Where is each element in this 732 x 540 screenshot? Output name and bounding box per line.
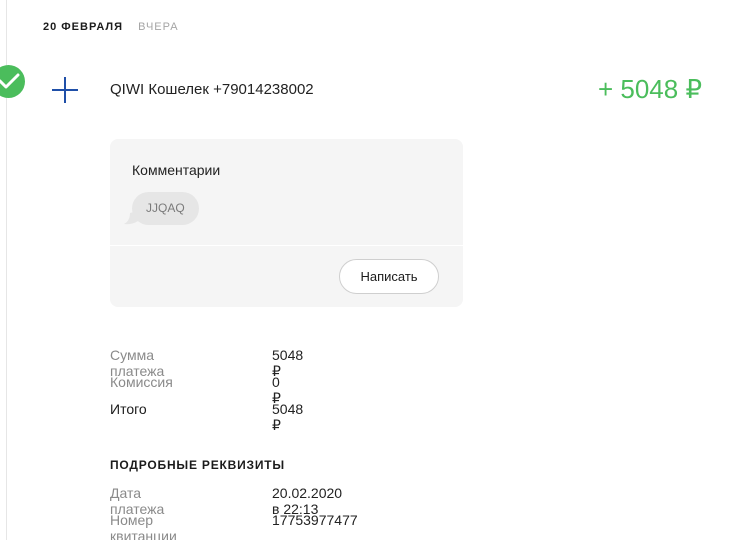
tab-date-selected[interactable]: 20 февраля (43, 21, 123, 33)
summary-value: 5048 ₽ (272, 401, 304, 433)
transaction-page: 20 февраля Вчера QIWI Кошелек +790142380… (0, 0, 732, 540)
card-divider (110, 245, 463, 246)
plus-icon (52, 77, 78, 103)
transaction-title: QIWI Кошелек +79014238002 (110, 81, 314, 98)
date-tabs: 20 февраля Вчера (43, 21, 190, 33)
tab-yesterday[interactable]: Вчера (138, 21, 178, 33)
comments-title: Комментарии (132, 162, 221, 178)
transaction-amount: + 5048 ₽ (597, 74, 702, 104)
check-icon (0, 73, 20, 89)
summary-label: Итого (110, 401, 147, 417)
details-value: 17753977477 (272, 512, 358, 528)
comment-bubble: JJQAQ (132, 192, 199, 225)
comments-card: Комментарии JJQAQ Написать (110, 139, 463, 307)
success-status-badge (0, 65, 25, 98)
summary-label: Комиссия (110, 374, 173, 390)
write-comment-button[interactable]: Написать (339, 259, 439, 294)
details-label: Номер квитанции (110, 512, 177, 540)
details-title: Подробные реквизиты (110, 458, 285, 472)
